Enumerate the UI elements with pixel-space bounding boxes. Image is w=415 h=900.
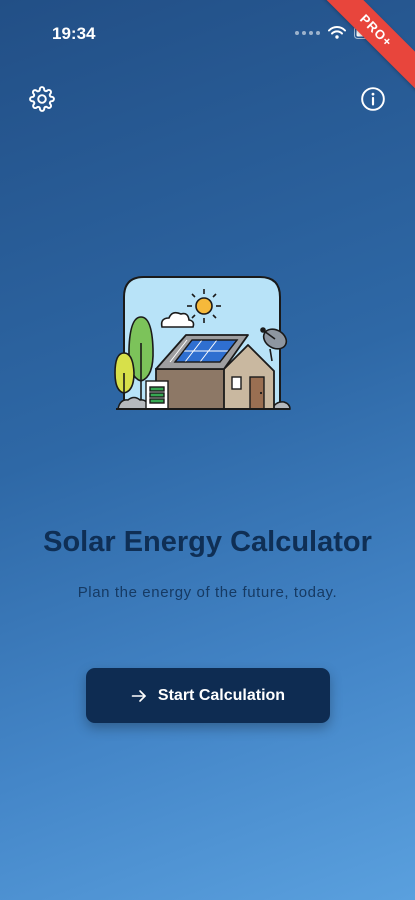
start-calculation-label: Start Calculation (157, 686, 286, 704)
gear-icon (29, 86, 55, 112)
status-time: 19:34 (52, 24, 96, 43)
arrow-right-icon (131, 689, 146, 702)
page-title: Solar Energy Calculator (43, 526, 372, 558)
start-calculation-button[interactable]: Start Calculation (86, 668, 330, 723)
solar-house-illustration (114, 276, 291, 410)
home-battery-icon (145, 380, 169, 410)
page-subtitle: Plan the energy of the future, today. (77, 584, 338, 601)
wifi-icon (328, 26, 346, 39)
info-button[interactable] (359, 85, 387, 113)
info-icon (361, 87, 385, 111)
signal-dots-icon (295, 30, 320, 35)
settings-button[interactable] (28, 85, 56, 113)
